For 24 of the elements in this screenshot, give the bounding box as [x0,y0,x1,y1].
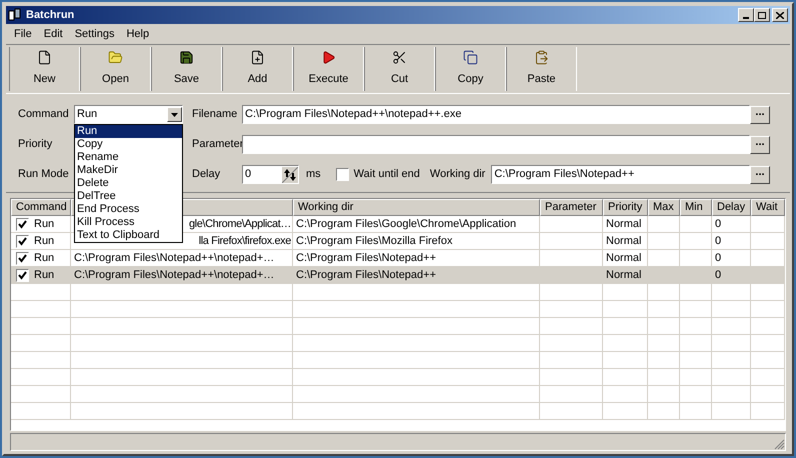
field-label: Run Mode [18,167,70,182]
unit-label: ms [306,167,321,182]
table-cell: 0 [712,216,751,233]
table-cell: C:\Program Files\Notepad++\notepad+… [71,267,293,284]
field-label: Priority [18,137,54,152]
table-cell: C:\Program Files\Google\Chrome\Application [293,216,540,233]
table-cell: Normal [603,267,648,284]
table-cell: 0 [712,233,751,250]
checkbox-label: Wait until end [354,167,420,182]
table-cell: C:\Program Files\Mozilla Firefox [293,233,540,250]
table-cell: C:\Program Files\Notepad++ [293,267,540,284]
window-title: Batchrun [26,8,74,23]
table-cell-text: Run [34,234,54,249]
table-cell-text: Run [34,250,54,266]
field-label: Filename [191,107,238,122]
field-label: Working dir [430,167,486,182]
table-cell: 0 [712,267,751,284]
field-label: Parameter [191,137,242,152]
table-cell-text: Run [34,216,54,232]
field-label: Delay [191,167,222,182]
table-cell: Normal [603,216,648,233]
table-cell: Normal [603,233,648,250]
field-label: Command [18,107,70,122]
table-cell-text: Run [34,268,54,283]
